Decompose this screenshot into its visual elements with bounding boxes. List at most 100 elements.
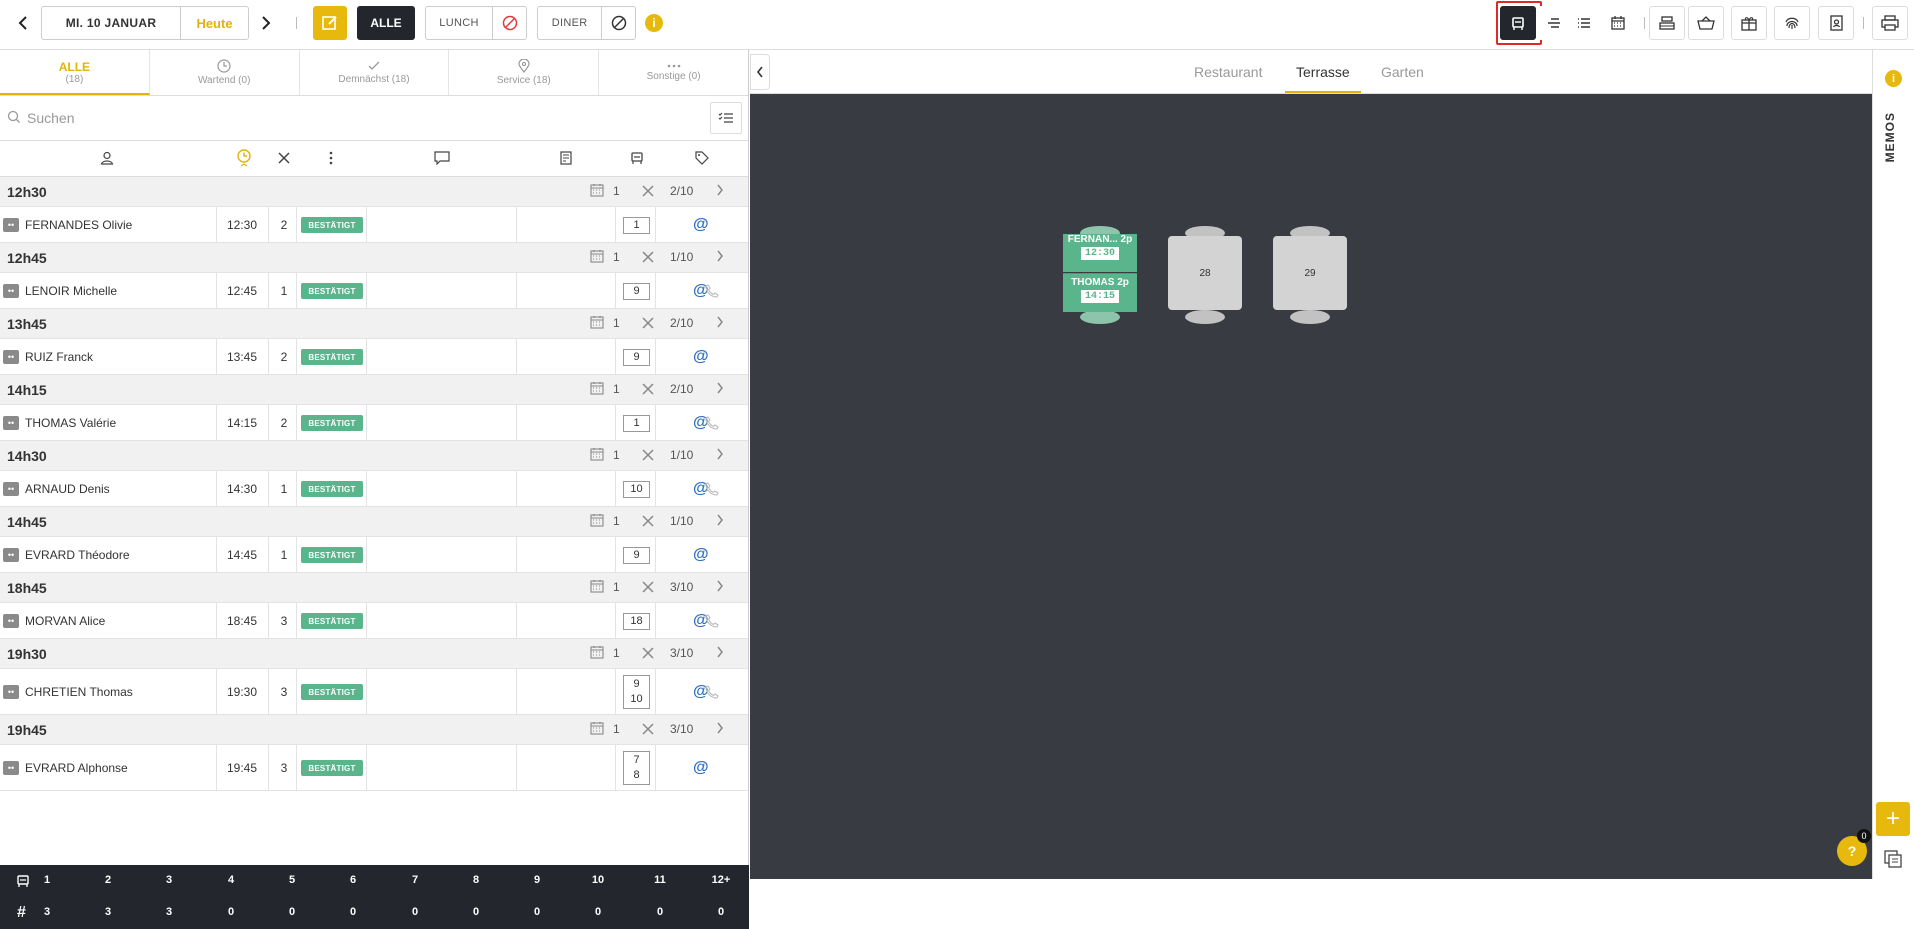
time-group-header[interactable]: 12h30 1 2/10	[0, 177, 748, 207]
time-group-header[interactable]: 14h45 1 1/10	[0, 507, 748, 537]
floor-reservation-block[interactable]: FERNAN... 2p 12:30	[1063, 234, 1137, 272]
collapse-panel-button[interactable]	[750, 54, 770, 90]
reservation-row[interactable]: •• MORVAN Alice 18:45 3 BESTÄTIGT 18 @	[0, 603, 748, 639]
lunch-blocked-icon[interactable]	[493, 7, 526, 39]
search-input[interactable]: Suchen	[27, 110, 74, 126]
email-icon[interactable]: @	[693, 759, 709, 777]
status-badge[interactable]: BESTÄTIGT	[301, 613, 363, 629]
status-badge[interactable]: BESTÄTIGT	[301, 481, 363, 497]
chevron-right-icon[interactable]	[716, 250, 724, 265]
memos-label[interactable]: MEMOS	[1883, 112, 1897, 162]
time-group-header[interactable]: 13h45 1 2/10	[0, 309, 748, 339]
time-group-header[interactable]: 19h30 1 3/10	[0, 639, 748, 669]
chevron-right-icon[interactable]	[716, 382, 724, 397]
basket-button[interactable]	[1688, 6, 1724, 40]
diner-button[interactable]: DINER	[537, 6, 636, 40]
search-bar[interactable]: Suchen	[0, 96, 748, 141]
email-icon[interactable]: @	[693, 348, 709, 366]
tab-waiting[interactable]: Wartend (0)	[150, 50, 300, 95]
today-button[interactable]: Heute	[181, 7, 248, 39]
status-badge[interactable]: BESTÄTIGT	[301, 684, 363, 700]
current-date[interactable]: MI. 10 JANUAR	[42, 7, 181, 39]
reservation-row[interactable]: •• EVRARD Alphonse 19:45 3 BESTÄTIGT 7 8 @	[0, 745, 748, 791]
chevron-right-icon[interactable]	[716, 514, 724, 529]
table-assignment[interactable]: 78	[623, 751, 650, 785]
tab-all[interactable]: ALLE (18)	[0, 50, 150, 95]
chevron-right-icon[interactable]	[716, 448, 724, 463]
contacts-button[interactable]	[1818, 6, 1854, 40]
chevron-right-icon[interactable]	[716, 316, 724, 331]
phone-icon[interactable]	[705, 482, 719, 501]
prev-day-arrow-icon[interactable]	[8, 8, 38, 38]
status-badge[interactable]: BESTÄTIGT	[301, 415, 363, 431]
table-assignment[interactable]: 10	[623, 480, 650, 498]
email-icon[interactable]: @	[693, 546, 709, 564]
kebab-menu-icon[interactable]	[329, 151, 333, 170]
cutlery-icon[interactable]	[277, 151, 291, 170]
reservation-row[interactable]: •• CHRETIEN Thomas 19:30 3 BESTÄTIGT 9 10 @	[0, 669, 748, 715]
print-button[interactable]	[1872, 6, 1908, 40]
person-icon[interactable]	[100, 151, 114, 170]
fingerprint-button[interactable]	[1774, 6, 1810, 40]
phone-icon[interactable]	[705, 416, 719, 435]
phone-icon[interactable]	[705, 685, 719, 704]
table-assignment[interactable]: 9	[623, 348, 650, 366]
tab-terrasse[interactable]: Terrasse	[1296, 64, 1350, 80]
status-badge[interactable]: BESTÄTIGT	[301, 283, 363, 299]
gift-button[interactable]	[1731, 6, 1767, 40]
chevron-right-icon[interactable]	[716, 580, 724, 595]
lunch-button[interactable]: LUNCH	[425, 6, 527, 40]
comment-icon[interactable]	[434, 151, 450, 170]
table-assignment[interactable]: 1	[623, 414, 650, 432]
status-badge[interactable]: BESTÄTIGT	[301, 217, 363, 233]
tab-garten[interactable]: Garten	[1381, 64, 1424, 80]
list-view-button[interactable]	[1566, 6, 1602, 40]
table-assignment[interactable]: 18	[623, 612, 650, 630]
table-assignment[interactable]: 9	[623, 282, 650, 300]
reservation-row[interactable]: •• LENOIR Michelle 12:45 1 BESTÄTIGT 9 @	[0, 273, 748, 309]
add-button[interactable]: +	[1876, 802, 1910, 836]
notes-stack-icon[interactable]	[1884, 850, 1902, 873]
tag-icon[interactable]	[695, 151, 709, 170]
chevron-right-icon[interactable]	[716, 722, 724, 737]
tab-restaurant[interactable]: Restaurant	[1194, 64, 1262, 80]
table-col-icon[interactable]	[630, 151, 644, 170]
edit-button[interactable]	[313, 6, 347, 40]
status-badge[interactable]: BESTÄTIGT	[301, 760, 363, 776]
phone-icon[interactable]	[705, 614, 719, 633]
diner-blocked-icon[interactable]	[602, 7, 635, 39]
tab-service[interactable]: Service (18)	[449, 50, 600, 95]
reservation-row[interactable]: •• EVRARD Théodore 14:45 1 BESTÄTIGT 9 @	[0, 537, 748, 573]
reservation-row[interactable]: •• THOMAS Valérie 14:15 2 BESTÄTIGT 1 @	[0, 405, 748, 441]
time-group-header[interactable]: 12h45 1 1/10	[0, 243, 748, 273]
next-day-arrow-icon[interactable]	[251, 8, 281, 38]
reservation-row[interactable]: •• RUIZ Franck 13:45 2 BESTÄTIGT 9 @	[0, 339, 748, 375]
table-assignment[interactable]: 9	[623, 546, 650, 564]
phone-icon[interactable]	[705, 284, 719, 303]
time-group-header[interactable]: 14h30 1 1/10	[0, 441, 748, 471]
time-group-header[interactable]: 18h45 1 3/10	[0, 573, 748, 603]
reservation-row[interactable]: •• FERNANDES Olivie 12:30 2 BESTÄTIGT 1 @	[0, 207, 748, 243]
service-all-button[interactable]: ALLE	[357, 6, 415, 40]
status-badge[interactable]: BESTÄTIGT	[301, 349, 363, 365]
time-group-header[interactable]: 14h15 1 2/10	[0, 375, 748, 405]
cash-register-button[interactable]	[1649, 6, 1685, 40]
floor-reservation-block[interactable]: THOMAS 2p 14:15	[1063, 273, 1137, 312]
reservation-row[interactable]: •• ARNAUD Denis 14:30 1 BESTÄTIGT 10 @	[0, 471, 748, 507]
tab-upcoming[interactable]: Demnächst (18)	[300, 50, 450, 95]
notes-icon[interactable]	[560, 151, 574, 170]
floor-table-occupied[interactable]: FERNAN... 2p 12:30 THOMAS 2p 14:15	[1063, 226, 1137, 324]
time-group-header[interactable]: 19h45 1 3/10	[0, 715, 748, 745]
sort-time-clock-icon[interactable]	[236, 149, 252, 174]
tab-other[interactable]: Sonstige (0)	[599, 50, 748, 95]
filter-list-button[interactable]	[710, 102, 742, 134]
date-selector[interactable]: MI. 10 JANUAR Heute	[41, 6, 249, 40]
floor-table-29[interactable]: 29	[1273, 226, 1347, 324]
chevron-right-icon[interactable]	[716, 184, 724, 199]
info-icon[interactable]: i	[1885, 70, 1902, 87]
chevron-right-icon[interactable]	[716, 646, 724, 661]
calendar-view-button[interactable]	[1600, 6, 1636, 40]
info-icon[interactable]: i	[645, 14, 663, 32]
email-icon[interactable]: @	[693, 216, 709, 234]
floor-table-28[interactable]: 28	[1168, 226, 1242, 324]
